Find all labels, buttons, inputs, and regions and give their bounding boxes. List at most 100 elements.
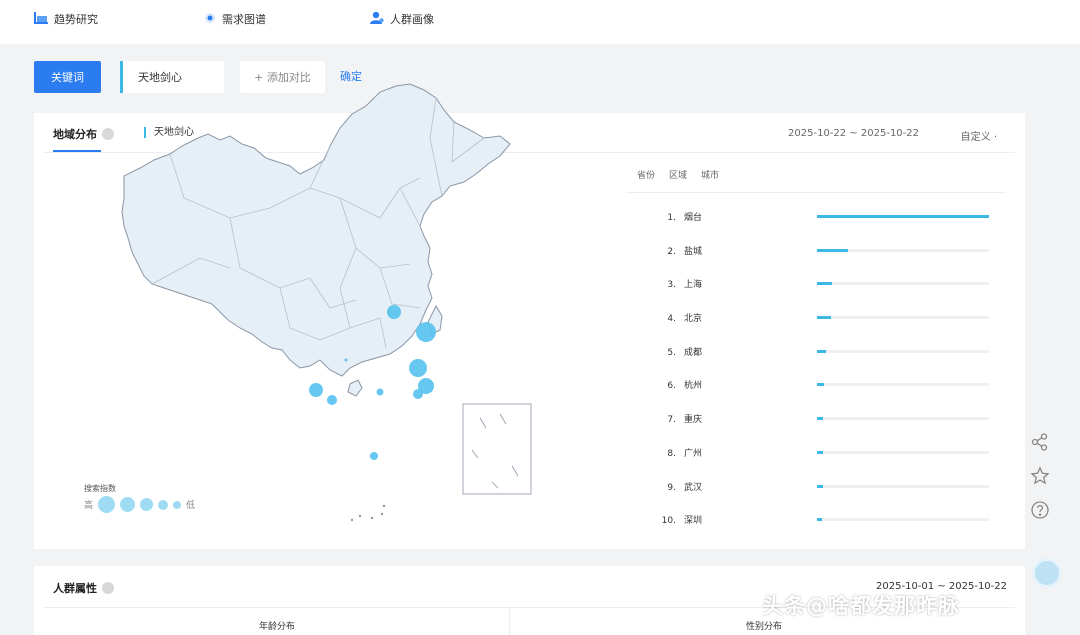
divider [509,607,510,635]
bubble-wuhan [376,388,384,396]
rank-city: 深圳 [684,516,703,527]
rank-bar-track [817,282,989,286]
rank-city: 广州 [684,448,703,459]
share-icon[interactable] [1030,432,1054,456]
bubble-beijing [387,305,401,319]
help-icon[interactable] [1030,500,1054,524]
star-icon[interactable] [1030,466,1054,490]
rank-row: 6. 杭州 [660,374,1000,408]
rank-city-label: 8. 广州 [660,446,702,459]
nav-label: 人群画像 [390,13,434,26]
gender-distribution-title: 性别分布 [746,622,783,632]
legend-dot [120,497,136,512]
rank-city: 烟台 [684,213,703,223]
rank-city-label: 1. 烟台 [660,210,702,223]
rank-city: 盐城 [684,246,703,257]
bubble-guangzhou [370,452,378,460]
rank-tab-province[interactable]: 省份 [637,168,655,181]
rank-row: 4. 北京 [660,307,1000,341]
crowd-title: 人群属性 [53,580,114,596]
rank-bar-fill [817,248,848,252]
rank-city: 北京 [684,314,703,325]
rank-bar-track [817,417,989,421]
nav-label: 需求图谱 [222,13,266,26]
age-distribution-title: 年龄分布 [259,622,296,632]
rank-bar-fill [817,383,824,387]
rank-tab-city[interactable]: 城市 [701,168,719,181]
rank-city: 武汉 [684,482,703,493]
rank-number: 1. [667,213,676,223]
rank-bar-track [817,248,989,252]
island-dots [350,504,386,522]
rank-city-label: 7. 重庆 [660,412,702,425]
rank-bar-fill [817,518,823,522]
bubble-yancheng [409,359,427,377]
rank-number: 6. [667,381,676,392]
rank-city: 杭州 [684,381,703,392]
rank-number: 4. [667,314,676,325]
bubble-yantai [416,322,436,342]
bubble-chengdu [309,383,323,397]
chevron-down-icon: · [993,132,997,143]
city-ranking-list: 1. 烟台 2. 盐城 3. 上海 4. 北京 5. 成都 6. 杭州 7. 重庆 8. 广州 9. 武汉 10. 深… [660,206,1000,543]
date-range[interactable]: 2025-10-22 ~ 2025-10-22 [788,128,919,139]
assistant-logo-icon[interactable] [1032,558,1062,588]
rank-city: 重庆 [684,415,703,426]
rank-row: 2. 盐城 [660,240,1000,274]
rank-city-label: 6. 杭州 [660,378,702,391]
rank-city-label: 9. 武汉 [660,480,702,493]
rank-city: 成都 [684,347,703,358]
top-nav: 趋势研究 需求图谱 人群画像 [0,0,1080,44]
rank-row: 7. 重庆 [660,408,1000,442]
crowd-title-label: 人群属性 [53,582,97,595]
nav-trend-research[interactable]: 趋势研究 [34,11,98,27]
rank-bar-fill [817,215,989,218]
rank-bar-fill [817,349,826,353]
rank-bar-track [817,518,989,522]
custom-date-dropdown[interactable]: 自定义 · [961,128,997,143]
china-map [121,83,532,522]
rank-row: 1. 烟台 [660,206,1000,240]
bubble-chongqing [327,395,337,405]
watermark: 头条@啥都发那昨脉 [762,594,960,618]
rank-number: 10. [661,516,676,527]
help-circle-icon[interactable] [102,582,114,594]
rank-city-label: 10. 深圳 [660,513,702,526]
legend-dot [140,498,154,511]
nav-label: 趋势研究 [54,13,98,26]
rank-bar-track [817,316,989,320]
rank-bar-fill [817,282,833,286]
divider [626,192,1006,193]
side-toolbar [1030,432,1054,534]
rank-tab-region[interactable]: 区域 [669,168,687,181]
rank-bar-track [817,349,989,353]
rank-bar-fill [817,316,831,320]
rank-number: 8. [667,448,676,459]
radio-icon [204,12,216,27]
rank-number: 3. [667,280,676,291]
bubble-small [344,358,348,362]
chart-icon [34,11,48,27]
bubble-hangzhou [413,389,423,399]
rank-row: 9. 武汉 [660,476,1000,510]
rank-bar-fill [817,484,824,488]
rank-row: 3. 上海 [660,273,1000,307]
nav-crowd-portrait[interactable]: 人群画像 [370,11,434,27]
south-china-sea-inset [462,403,532,495]
rank-row: 10. 深圳 [660,509,1000,543]
rank-city-label: 2. 盐城 [660,244,702,257]
rank-tabs: 省份 区域 城市 [637,168,719,181]
rank-row: 8. 广州 [660,442,1000,476]
rank-row: 5. 成都 [660,341,1000,375]
rank-bar-track [817,484,989,488]
rank-number: 7. [667,415,676,426]
legend-high-label: 高 [84,501,94,511]
rank-number: 9. [667,482,676,493]
nav-demand-graph[interactable]: 需求图谱 [204,11,266,27]
rank-city-label: 5. 成都 [660,345,702,358]
rank-bar-fill [817,450,824,454]
rank-bar-fill [817,417,824,421]
rank-number: 2. [667,246,676,257]
china-mainland [121,83,511,397]
rank-bar-track [817,383,989,387]
